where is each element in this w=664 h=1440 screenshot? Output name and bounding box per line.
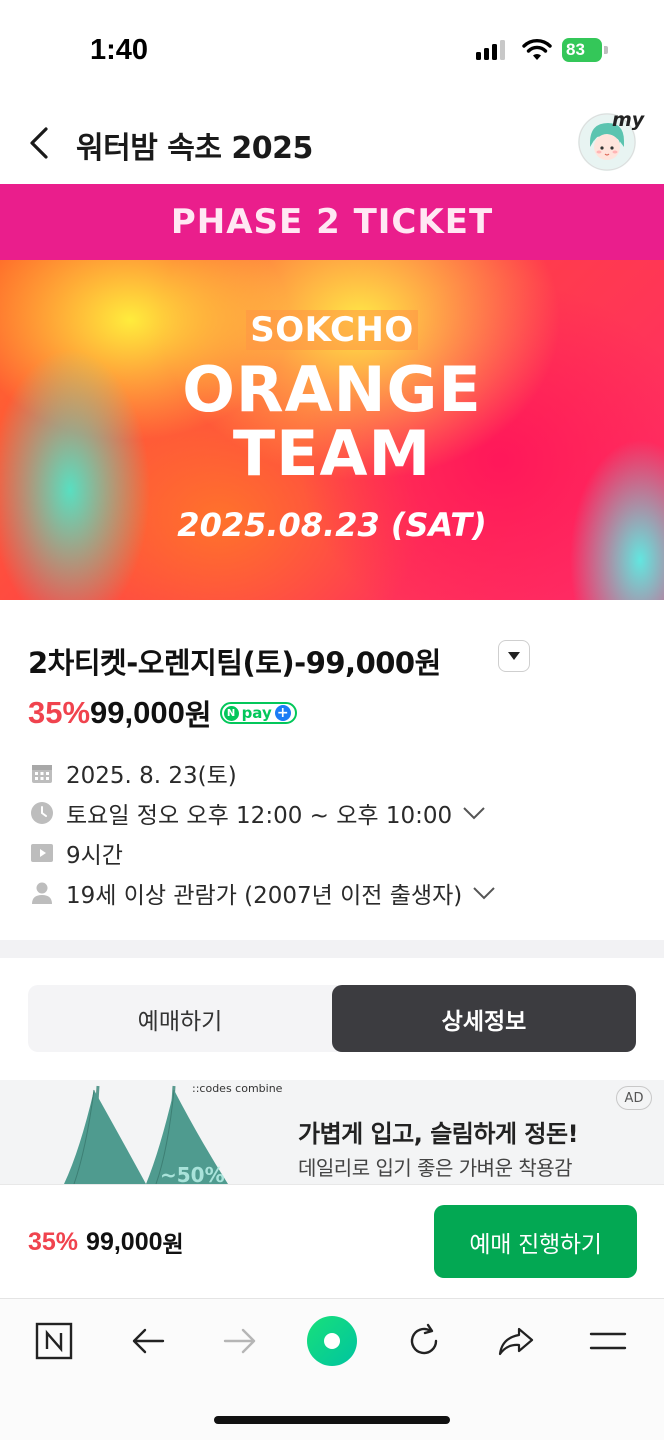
reserve-proceed-button[interactable]: 예매 진행하기	[434, 1205, 637, 1278]
option-dropdown-button[interactable]	[498, 640, 530, 672]
cellular-signal-icon	[476, 40, 505, 60]
tab-detail[interactable]: 상세정보	[332, 985, 636, 1052]
npay-label: pay	[241, 704, 272, 722]
info-duration-row: 9시간	[30, 836, 123, 870]
avatar-my-label: my	[612, 109, 645, 131]
npay-plus-badge: N pay +	[219, 702, 297, 724]
ad-title: 가볍게 입고, 슬림하게 정돈!	[298, 1120, 579, 1148]
ad-badge: AD	[616, 1086, 652, 1110]
battery-icon: 83	[562, 38, 608, 62]
price-value: 99,000	[90, 695, 185, 730]
tab-reserve[interactable]: 예매하기	[28, 985, 332, 1052]
hero-title: ORANGE TEAM	[0, 358, 664, 486]
naver-home-icon[interactable]	[32, 1319, 76, 1363]
battery-level: 83	[566, 40, 585, 59]
caret-down-icon	[508, 652, 520, 660]
refresh-icon[interactable]	[402, 1319, 446, 1363]
chevron-down-icon	[463, 807, 485, 820]
purchase-price-value: 99,000	[86, 1227, 163, 1256]
tab-bar: 예매하기 상세정보	[28, 985, 636, 1052]
price-currency: 원	[184, 698, 212, 732]
section-divider	[0, 940, 664, 958]
home-indicator	[214, 1416, 450, 1424]
hero-title-line2: TEAM	[232, 417, 432, 490]
price-row: 35% 99,000 원 N pay +	[28, 692, 297, 734]
naver-n-icon: N	[223, 705, 239, 721]
info-time: 토요일 정오 오후 12:00 ~ 오후 10:00	[66, 803, 453, 829]
phase-banner: PHASE 2 TICKET	[0, 184, 664, 260]
phase-label: PHASE 2 TICKET	[170, 202, 494, 242]
page-header: 워터밤 속초 2025 my	[0, 105, 664, 183]
forward-arrow-icon[interactable]	[218, 1319, 262, 1363]
info-date: 2025. 8. 23(토)	[66, 763, 237, 789]
ad-banner[interactable]: ~50% ::codes combine AD 가볍게 입고, 슬림하게 정돈!…	[0, 1080, 664, 1184]
chevron-down-icon	[473, 887, 495, 900]
info-age-row[interactable]: 19세 이상 관람가 (2007년 이전 출생자)	[30, 876, 496, 910]
share-icon[interactable]	[494, 1319, 538, 1363]
hero-city: SOKCHO	[246, 310, 418, 350]
calendar-icon	[30, 761, 54, 785]
info-date-row: 2025. 8. 23(토)	[30, 756, 237, 790]
person-icon	[30, 881, 54, 905]
menu-icon[interactable]	[586, 1319, 630, 1363]
info-time-row[interactable]: 토요일 정오 오후 12:00 ~ 오후 10:00	[30, 796, 486, 830]
ad-brand: ::codes combine	[192, 1082, 283, 1095]
clock-icon	[30, 801, 54, 825]
back-icon[interactable]	[26, 123, 56, 163]
page-title: 워터밤 속초 2025	[76, 131, 313, 166]
hero-poster: SOKCHO ORANGE TEAM 2025.08.23 (SAT)	[0, 260, 664, 600]
product-title: 2차티켓-오렌지팀(토)-99,000원	[28, 646, 441, 680]
svg-text:~50%: ~50%	[160, 1163, 225, 1184]
purchase-currency: 원	[162, 1232, 184, 1258]
hero-title-line1: ORANGE	[182, 353, 482, 426]
info-age: 19세 이상 관람가 (2007년 이전 출생자)	[66, 883, 463, 909]
info-duration: 9시간	[66, 843, 123, 869]
hero-date: 2025.08.23 (SAT)	[177, 506, 487, 544]
play-icon	[30, 841, 54, 865]
purchase-bar: 35% 99,000 원 예매 진행하기	[0, 1184, 664, 1298]
back-arrow-icon[interactable]	[126, 1319, 170, 1363]
plus-icon: +	[274, 705, 291, 721]
green-dot-icon[interactable]	[306, 1315, 358, 1367]
ad-product-image: ~50%	[64, 1085, 228, 1184]
purchase-discount: 35%	[28, 1227, 79, 1256]
ad-subtitle: 데일리로 입기 좋은 가벼운 착용감	[298, 1156, 573, 1180]
status-bar: 1:40 83	[0, 0, 664, 100]
status-time: 1:40	[90, 34, 149, 66]
purchase-price: 35% 99,000 원	[28, 1225, 184, 1259]
wifi-icon	[522, 39, 552, 60]
discount-rate: 35%	[28, 695, 91, 730]
